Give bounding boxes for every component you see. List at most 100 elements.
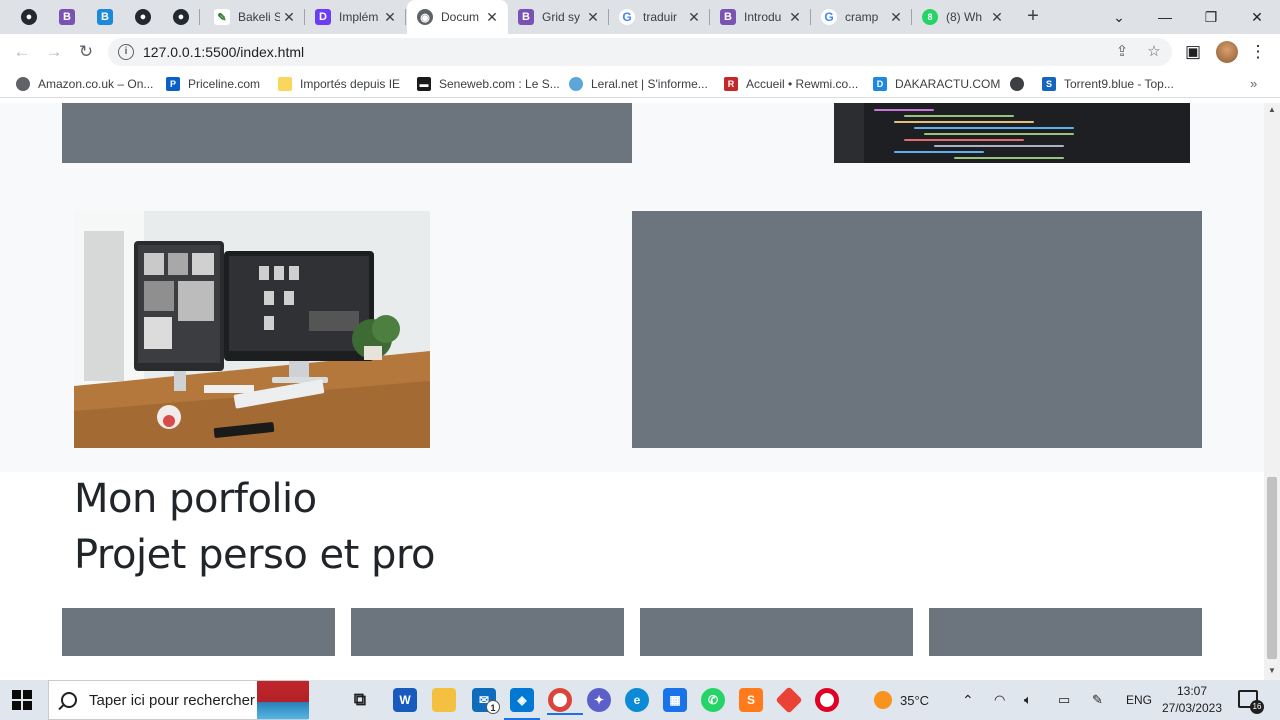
tab-pinned-github-3[interactable]: ● — [162, 0, 200, 34]
tab-pinned-github-2[interactable]: ● — [124, 0, 162, 34]
new-tab-button[interactable]: + — [1022, 5, 1044, 27]
bootstrap-icon: B — [59, 9, 75, 25]
tab-pinned-bootstrap-blue[interactable]: B — [86, 0, 124, 34]
tab-title: Implém — [339, 10, 379, 24]
tab-title: Docum — [441, 10, 480, 24]
whatsapp-icon[interactable]: ✆ — [701, 688, 725, 712]
bookmarks-overflow-icon[interactable]: » — [1250, 76, 1257, 91]
copilot-icon[interactable]: ✦ — [587, 688, 611, 712]
store-icon[interactable]: ▦ — [663, 688, 687, 712]
close-icon[interactable]: ✕ — [484, 9, 500, 25]
network-icon[interactable]: ◠ — [994, 680, 1005, 720]
page-scrollbar[interactable]: ▲ ▼ — [1264, 103, 1280, 680]
back-button[interactable]: ← — [9, 39, 35, 65]
bookmarks-bar: Amazon.co.uk – On... P Priceline.com Imp… — [0, 70, 1280, 98]
github-icon: ● — [135, 9, 151, 25]
close-icon[interactable]: ✕ — [382, 9, 398, 25]
vscode-icon[interactable]: ◈ — [504, 688, 540, 720]
tab-pinned-github-1[interactable]: ● — [10, 0, 48, 34]
site-info-icon[interactable]: i — [118, 44, 134, 60]
minimize-button[interactable]: — — [1142, 0, 1188, 34]
close-icon[interactable]: ✕ — [888, 9, 904, 25]
system-clock[interactable]: 13:07 27/03/2023 — [1160, 683, 1224, 717]
bakeli-icon: ✎ — [214, 9, 230, 25]
pen-icon[interactable]: ✎ — [1092, 680, 1103, 720]
tab-cramp[interactable]: G cramp ✕ — [811, 0, 912, 34]
task-view-icon[interactable]: ⧉ — [348, 688, 372, 712]
search-placeholder[interactable]: Taper ici pour rechercher — [89, 692, 255, 709]
taskbar-search[interactable]: Taper ici pour rechercher — [48, 680, 309, 720]
battery-icon[interactable]: ▭ — [1058, 680, 1070, 720]
page-viewport: Mon porfolio Projet perso et pro — [0, 103, 1264, 680]
close-icon[interactable]: ✕ — [787, 9, 803, 25]
bookmark-rewmi[interactable]: R Accueil • Rewmi.co... — [724, 75, 858, 93]
tab-title: (8) Wh — [946, 10, 982, 24]
language-indicator[interactable]: ENG — [1126, 680, 1152, 720]
bootstrap-icon: B — [518, 9, 534, 25]
tab-document-active[interactable]: ◉ Docum ✕ — [407, 0, 508, 34]
chrome-icon[interactable] — [547, 688, 583, 715]
project-card — [640, 608, 913, 656]
notifications-icon[interactable]: 16 — [1238, 690, 1264, 714]
code-screenshot-image — [834, 103, 1190, 163]
bookmark-torrent9[interactable]: S Torrent9.blue - Top... — [1042, 75, 1174, 93]
volume-icon[interactable]: 🔈︎ — [1024, 680, 1032, 720]
bookmark-folder-ie[interactable]: Importés depuis IE — [278, 75, 400, 93]
weather-widget[interactable]: 35°C — [874, 680, 929, 720]
side-panel-icon[interactable]: ▣ — [1180, 39, 1206, 65]
desk-illustration — [74, 211, 430, 448]
portfolio-heading: Mon porfolio — [74, 476, 317, 522]
bookmark-label: Torrent9.blue - Top... — [1064, 77, 1174, 91]
scroll-up-icon[interactable]: ▲ — [1264, 103, 1280, 117]
tab-introduction[interactable]: B Introdu ✕ — [710, 0, 811, 34]
bookmark-label: Amazon.co.uk – On... — [38, 77, 154, 91]
restore-button[interactable]: ❐ — [1188, 0, 1234, 34]
bookmark-label: Importés depuis IE — [300, 77, 401, 91]
reload-button[interactable]: ↻ — [73, 39, 99, 65]
sublime-text-icon[interactable]: S — [739, 688, 763, 712]
bookmark-globe[interactable] — [1010, 75, 1032, 93]
search-highlight-image[interactable] — [257, 681, 309, 719]
close-icon[interactable]: ✕ — [989, 9, 1005, 25]
word-icon[interactable]: W — [393, 688, 417, 712]
start-button[interactable] — [12, 690, 32, 710]
placeholder-block — [632, 211, 1202, 448]
edge-icon[interactable]: e — [625, 688, 649, 712]
git-icon[interactable] — [775, 686, 803, 714]
tab-title: Bakeli S — [238, 10, 280, 24]
tab-traduire[interactable]: G traduir ✕ — [609, 0, 710, 34]
url-text[interactable]: 127.0.0.1:5500/index.html — [143, 44, 304, 60]
leral-icon — [569, 77, 583, 91]
tab-bakeli[interactable]: ✎ Bakeli S ✕ — [204, 0, 305, 34]
project-card — [62, 608, 335, 656]
clock-date: 27/03/2023 — [1161, 701, 1223, 715]
tab-grid-system[interactable]: B Grid sy ✕ — [508, 0, 609, 34]
file-explorer-icon[interactable] — [432, 688, 456, 712]
share-icon[interactable]: ⇪ — [1112, 42, 1132, 62]
bookmark-star-icon[interactable]: ☆ — [1144, 42, 1164, 62]
bookmark-priceline[interactable]: P Priceline.com — [166, 75, 260, 93]
forward-button[interactable]: → — [41, 39, 67, 65]
bookmark-dakaractu[interactable]: D DAKARACTU.COM — [873, 75, 1000, 93]
bookmark-leral[interactable]: Leral.net | S'informe... — [569, 75, 708, 93]
scroll-down-icon[interactable]: ▼ — [1264, 664, 1280, 678]
tray-overflow-icon[interactable]: ⌃ — [962, 680, 974, 720]
close-icon[interactable]: ✕ — [686, 9, 702, 25]
bookmark-seneweb[interactable]: ▬ Seneweb.com : Le S... — [417, 75, 560, 93]
scroll-thumb[interactable] — [1267, 477, 1277, 659]
tab-pinned-bootstrap[interactable]: B — [48, 0, 86, 34]
tab-search-button[interactable]: ⌄ — [1096, 0, 1142, 34]
search-icon — [61, 692, 77, 708]
clock-time: 13:07 — [1176, 684, 1208, 698]
bookmark-amazon[interactable]: Amazon.co.uk – On... — [16, 75, 153, 93]
address-bar[interactable]: i 127.0.0.1:5500/index.html ⇪ ☆ — [108, 38, 1172, 66]
menu-kebab-icon[interactable]: ⋮ — [1245, 39, 1271, 65]
portfolio-subheading: Projet perso et pro — [74, 532, 436, 578]
close-icon[interactable]: ✕ — [585, 9, 601, 25]
profile-avatar[interactable] — [1216, 41, 1238, 63]
tab-implem[interactable]: D Implém ✕ — [305, 0, 406, 34]
close-window-button[interactable]: ✕ — [1234, 0, 1280, 34]
close-icon[interactable]: ✕ — [281, 9, 297, 25]
opera-icon[interactable] — [815, 688, 839, 712]
tab-whatsapp[interactable]: 8 (8) Wh ✕ — [912, 0, 1013, 34]
